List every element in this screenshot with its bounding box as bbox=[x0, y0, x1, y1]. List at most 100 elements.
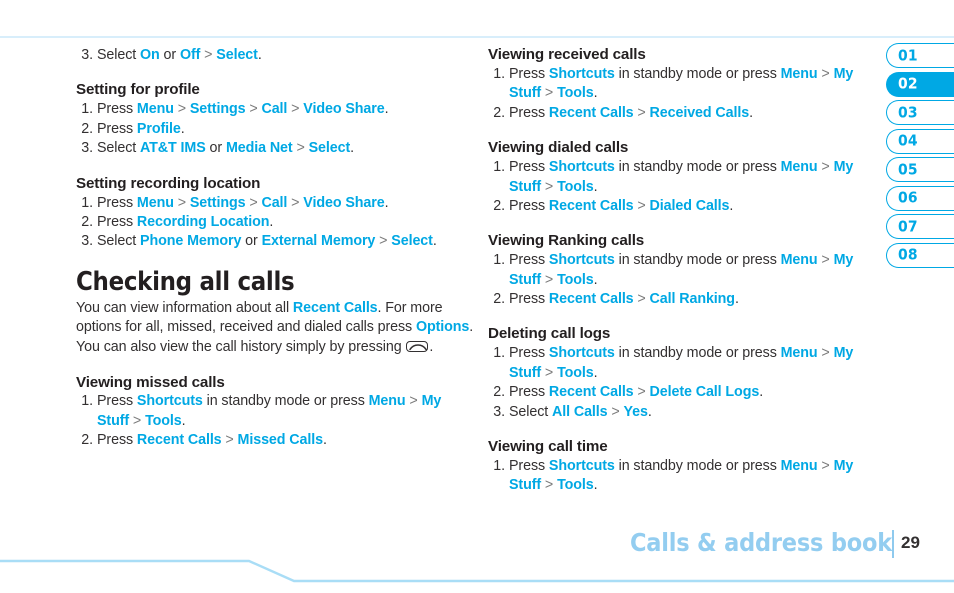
plain-text: . bbox=[593, 477, 598, 494]
step-number: 3. bbox=[81, 47, 93, 63]
plain-text: Press bbox=[97, 213, 137, 230]
plain-text: Press bbox=[509, 159, 549, 176]
left-last-section: Viewing missed calls 1. Press Shortcuts in… bbox=[76, 374, 476, 451]
ui-key-token: Shortcuts bbox=[548, 345, 615, 362]
path-separator: > bbox=[817, 159, 834, 176]
ui-key-token: Menu bbox=[780, 345, 818, 362]
list-item: 1. Press Shortcuts in standby mode or pre… bbox=[488, 344, 880, 383]
ui-key-token: Options bbox=[415, 319, 470, 336]
step-number: 3. bbox=[493, 403, 505, 420]
orphan-step-list: 3. Select On or Off > Select. bbox=[76, 46, 476, 65]
path-separator: > bbox=[633, 197, 650, 214]
ui-key-token: Recording Location bbox=[136, 213, 270, 230]
step-text: Press Shortcuts in standby mode or press… bbox=[509, 252, 853, 287]
path-separator: > bbox=[817, 345, 834, 362]
chapter-tab-02[interactable]: 02 bbox=[886, 71, 954, 97]
plain-text: . bbox=[429, 338, 434, 355]
chapter-tab-label: 02 bbox=[898, 74, 918, 93]
ui-key-token: Off bbox=[179, 47, 201, 63]
ui-key-token: Profile bbox=[136, 120, 181, 137]
step-number: 2. bbox=[493, 384, 505, 401]
plain-text: in standby mode or press bbox=[614, 345, 781, 362]
plain-text: Select bbox=[97, 233, 141, 250]
plain-text: . bbox=[180, 120, 185, 137]
step-text: Press Shortcuts in standby mode or press… bbox=[509, 458, 853, 493]
send-key-icon bbox=[406, 340, 429, 352]
step-list: 1. Press Shortcuts in standby mode or pre… bbox=[488, 251, 880, 309]
step-number: 2. bbox=[81, 120, 93, 137]
ui-key-token: Call bbox=[261, 194, 288, 211]
ui-key-token: Menu bbox=[780, 252, 818, 269]
plain-text: . bbox=[749, 104, 753, 121]
list-item: 1. Press Shortcuts in standby mode or pre… bbox=[488, 457, 880, 496]
path-separator: > bbox=[292, 140, 309, 157]
plain-text: Press bbox=[509, 65, 549, 82]
ui-key-token: Menu bbox=[780, 159, 818, 176]
ui-key-token: Delete Call Logs bbox=[649, 384, 760, 401]
chapter-tab-strip[interactable]: 01 02 03 04 05 06 07 08 bbox=[886, 43, 954, 271]
step-number: 2. bbox=[81, 213, 93, 230]
chapter-tab-04[interactable]: 04 bbox=[886, 128, 954, 154]
list-item: 1. Press Menu > Settings > Call > Video S… bbox=[76, 194, 476, 213]
path-separator: > bbox=[541, 85, 558, 102]
ui-key-token: Shortcuts bbox=[136, 393, 203, 410]
path-separator: > bbox=[541, 178, 558, 195]
path-separator: > bbox=[245, 101, 262, 118]
plain-text: . bbox=[257, 47, 262, 63]
ui-key-token: Call Ranking bbox=[649, 291, 736, 308]
step-number: 2. bbox=[493, 197, 505, 214]
plain-text: . bbox=[269, 213, 274, 230]
plain-text: Select bbox=[509, 403, 553, 420]
list-item: 1. Press Menu > Settings > Call > Video S… bbox=[76, 100, 476, 119]
plain-text: Press bbox=[97, 393, 137, 410]
step-number: 3. bbox=[81, 233, 93, 250]
step-number: 3. bbox=[81, 140, 93, 157]
step-number: 1. bbox=[493, 65, 505, 82]
plain-text: You can view information about all bbox=[76, 299, 293, 316]
top-divider-rule bbox=[0, 36, 954, 38]
path-separator: > bbox=[633, 384, 650, 401]
ui-key-token: Media Net bbox=[225, 140, 293, 157]
chapter-tab-06[interactable]: 06 bbox=[886, 185, 954, 211]
step-number: 2. bbox=[81, 432, 93, 449]
list-item: 1. Press Shortcuts in standby mode or pre… bbox=[488, 65, 880, 104]
list-item: 2. Press Recent Calls > Call Ranking. bbox=[488, 290, 880, 309]
plain-text: . bbox=[593, 271, 598, 288]
step-text: Select All Calls > Yes. bbox=[509, 404, 652, 420]
ui-key-token: Tools bbox=[557, 477, 594, 494]
step-text: Press Recent Calls > Call Ranking. bbox=[509, 291, 739, 307]
chapter-tab-03[interactable]: 03 bbox=[886, 100, 954, 125]
chapter-tab-label: 07 bbox=[898, 216, 918, 235]
path-separator: > bbox=[817, 65, 834, 82]
step-number: 1. bbox=[493, 345, 505, 362]
chapter-tab-07[interactable]: 07 bbox=[886, 214, 954, 239]
ui-key-token: Phone Memory bbox=[140, 233, 242, 250]
chapter-tab-label: 01 bbox=[898, 45, 918, 64]
list-item: 1. Press Shortcuts in standby mode or pre… bbox=[488, 158, 880, 197]
ui-key-token: Tools bbox=[557, 85, 594, 102]
list-item: 1. Press Shortcuts in standby mode or pre… bbox=[488, 251, 880, 290]
ui-key-token: Menu bbox=[780, 457, 818, 474]
page-title: Checking all calls bbox=[76, 266, 295, 297]
chapter-tab-05[interactable]: 05 bbox=[886, 157, 954, 182]
path-separator: > bbox=[287, 194, 304, 211]
list-item: 2. Press Profile. bbox=[76, 120, 476, 139]
path-separator: > bbox=[245, 194, 262, 211]
ui-key-token: Shortcuts bbox=[548, 159, 615, 176]
section-heading: Setting for profile bbox=[76, 81, 200, 99]
right-text-column: Viewing received calls 1. Press Shortcuts … bbox=[488, 46, 880, 496]
chapter-tab-08[interactable]: 08 bbox=[886, 242, 954, 268]
intro-paragraph: You can view information about all Recen… bbox=[76, 299, 476, 358]
ui-key-token: Video Share bbox=[303, 101, 385, 118]
list-item: 2. Press Recent Calls > Received Calls. bbox=[488, 104, 880, 123]
ui-key-token: Recent Calls bbox=[136, 432, 222, 449]
ui-key-token: Select bbox=[216, 47, 258, 63]
footer-chapter-title: Calls & address book bbox=[629, 528, 892, 557]
step-text: Press Menu > Settings > Call > Video Sha… bbox=[97, 101, 389, 118]
chapter-tab-01[interactable]: 01 bbox=[886, 43, 954, 68]
ui-key-token: Yes bbox=[623, 403, 648, 420]
step-number: 1. bbox=[493, 252, 505, 269]
path-separator: > bbox=[633, 104, 650, 121]
step-list: 1. Press Shortcuts in standby mode or pre… bbox=[488, 65, 880, 123]
section-heading: Viewing received calls bbox=[488, 46, 646, 63]
